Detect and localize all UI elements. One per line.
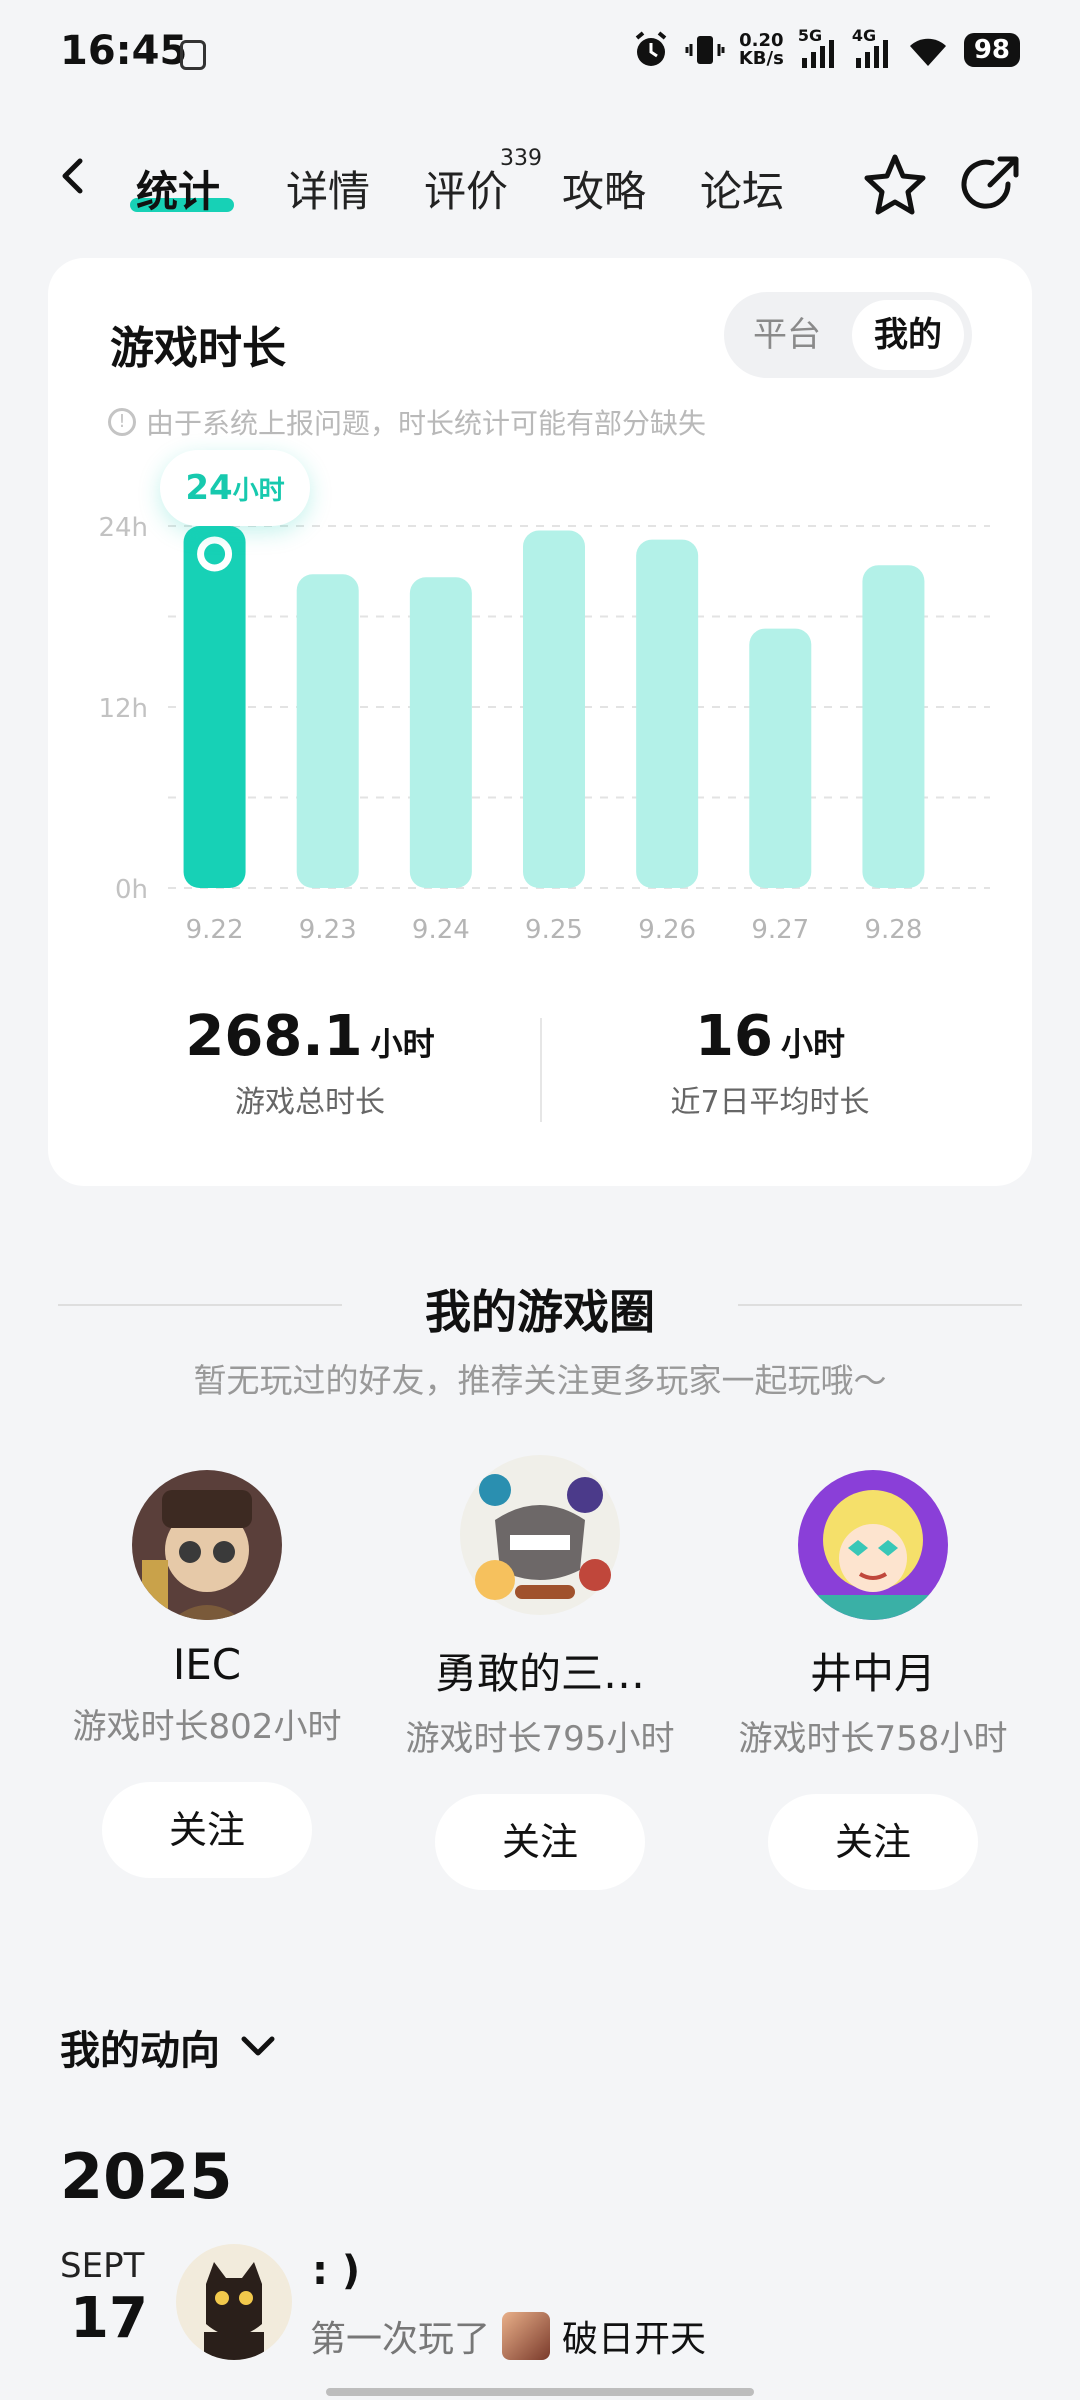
alarm-icon xyxy=(635,31,667,66)
activity-month: SEPT xyxy=(60,2246,145,2286)
bar-marker xyxy=(197,536,233,572)
signal-5g: 5G xyxy=(798,26,838,70)
friend-hours: 游戏时长802小时 xyxy=(72,1707,342,1747)
circle-title: 我的游戏圈 xyxy=(425,1285,655,1339)
bar[interactable] xyxy=(183,526,246,888)
friend-hours: 游戏时长758小时 xyxy=(738,1719,1008,1759)
friend-name: 勇敢的三… xyxy=(434,1649,645,1698)
status-icons: 0.20 KB/s 5G 4G 98 xyxy=(631,26,1020,70)
follow-button[interactable]: 关注 xyxy=(768,1794,978,1890)
total-playtime: 268.1 小时 游戏总时长 xyxy=(130,1004,490,1121)
avg-unit: 小时 xyxy=(780,1025,845,1063)
activity-dropdown[interactable]: 我的动向 xyxy=(60,2018,276,2076)
star-icon[interactable] xyxy=(860,150,930,220)
total-unit: 小时 xyxy=(370,1025,435,1063)
bar[interactable] xyxy=(409,577,472,888)
battery-icon: 98 xyxy=(963,33,1020,67)
activity-day: 17 xyxy=(70,2286,148,2351)
avatar[interactable] xyxy=(798,1470,948,1620)
activity-action: 第一次玩了 xyxy=(310,2319,491,2360)
game-thumbnail[interactable] xyxy=(502,2312,551,2360)
tab-forum[interactable]: 论坛 xyxy=(700,158,784,219)
home-indicator[interactable] xyxy=(326,2388,754,2396)
tab-details[interactable]: 详情 xyxy=(286,158,370,219)
follow-button[interactable]: 关注 xyxy=(102,1782,312,1878)
signal-icon xyxy=(801,40,834,68)
wifi-icon xyxy=(909,38,946,66)
activity-game[interactable]: 破日开天 xyxy=(562,2310,706,2362)
stats-divider xyxy=(540,1018,542,1122)
avatar[interactable] xyxy=(132,1470,282,1620)
x-tick-label: 9.27 xyxy=(751,915,809,945)
circle-subtitle: 暂无玩过的好友，推荐关注更多玩家一起玩哦～ xyxy=(193,1361,887,1400)
card-title: 游戏时长 xyxy=(110,323,286,374)
activity-line: 第一次玩了 破日开天 xyxy=(310,2310,706,2362)
x-tick-label: 9.22 xyxy=(186,915,244,945)
review-count-badge: 339 xyxy=(500,146,542,171)
bar[interactable] xyxy=(636,539,699,888)
tab-reviews[interactable]: 评价 xyxy=(424,158,508,219)
bar[interactable] xyxy=(523,530,585,888)
x-tick-label: 9.25 xyxy=(525,915,583,945)
tab-guides[interactable]: 攻略 xyxy=(562,158,646,219)
friend-hours: 游戏时长795小时 xyxy=(405,1719,675,1759)
activity-user-name[interactable]: : ) xyxy=(312,2248,360,2294)
y-tick-label: 0h xyxy=(115,875,148,905)
total-label: 游戏总时长 xyxy=(235,1085,385,1120)
friend-card: 井中月 游戏时长758小时 关注 xyxy=(708,1470,1038,1890)
vibrate-icon xyxy=(685,36,725,64)
x-tick-label: 9.26 xyxy=(638,915,696,945)
status-time: 16:45 xyxy=(60,28,188,74)
x-tick-label: 9.28 xyxy=(864,915,922,945)
activity-header: 我的动向 xyxy=(60,2028,220,2074)
bar[interactable] xyxy=(862,565,925,888)
total-value: 268.1 xyxy=(185,1004,363,1069)
avg-value: 16 xyxy=(695,1004,773,1069)
x-tick-label: 9.24 xyxy=(412,915,470,945)
signal-icon xyxy=(855,40,888,68)
avg-label: 近7日平均时长 xyxy=(670,1085,870,1120)
x-tick-label: 9.23 xyxy=(299,915,357,945)
friend-name: IEC xyxy=(172,1640,242,1689)
activity-avatar[interactable] xyxy=(176,2244,292,2360)
y-tick-label: 24h xyxy=(98,513,148,543)
segment-mine[interactable]: 我的 xyxy=(852,300,964,370)
friend-card: IEC 游戏时长802小时 关注 xyxy=(42,1470,372,1878)
follow-button[interactable]: 关注 xyxy=(435,1794,645,1890)
notification-icon xyxy=(180,40,206,70)
avg-playtime: 16 小时 近7日平均时长 xyxy=(590,1004,950,1121)
signal-4g: 4G xyxy=(852,26,892,70)
share-icon[interactable] xyxy=(956,150,1026,220)
activity-year: 2025 xyxy=(60,2140,233,2213)
segment-platform[interactable]: 平台 xyxy=(732,300,842,370)
friend-card: 勇敢的三… 游戏时长795小时 关注 xyxy=(375,1455,705,1890)
chart-tooltip: 24小时 xyxy=(160,450,310,526)
net-speed: 0.20 KB/s xyxy=(739,32,784,68)
bar[interactable] xyxy=(749,628,812,888)
net-speed-unit: KB/s xyxy=(738,48,784,69)
avatar[interactable] xyxy=(455,1450,625,1620)
chevron-down-icon xyxy=(241,2036,275,2056)
tooltip-unit: 小时 xyxy=(232,476,285,506)
y-tick-label: 12h xyxy=(98,694,148,724)
tooltip-value: 24 xyxy=(185,468,233,508)
tab-stats[interactable]: 统计 xyxy=(136,158,220,219)
back-icon[interactable] xyxy=(56,158,92,194)
bar[interactable] xyxy=(296,574,359,888)
friend-name: 井中月 xyxy=(809,1649,936,1698)
